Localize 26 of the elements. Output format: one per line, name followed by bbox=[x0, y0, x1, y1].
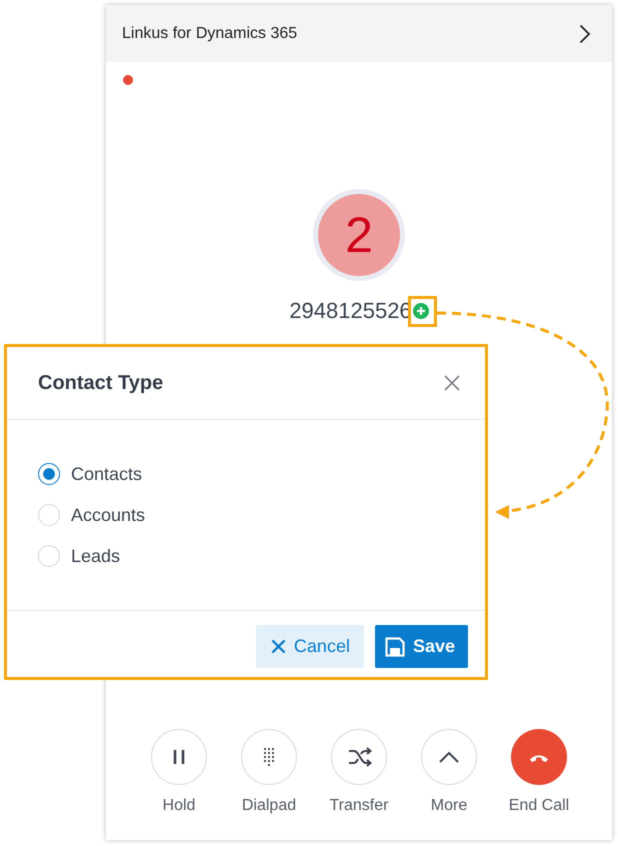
highlight-frame bbox=[408, 296, 437, 327]
caller-avatar: 2 bbox=[313, 189, 405, 281]
recording-dot-icon bbox=[123, 75, 133, 85]
chevron-right-icon[interactable] bbox=[579, 24, 591, 44]
more-button[interactable]: More bbox=[404, 729, 494, 816]
hold-button[interactable]: Hold bbox=[134, 729, 224, 816]
panel-title: Linkus for Dynamics 365 bbox=[122, 24, 298, 42]
radio-button[interactable] bbox=[38, 463, 60, 485]
option-label: Contacts bbox=[71, 464, 142, 484]
chevron-up-icon bbox=[421, 729, 477, 785]
dialog-title: Contact Type bbox=[38, 372, 164, 394]
plus-circle-icon[interactable] bbox=[412, 303, 429, 319]
end-call-button[interactable]: End Call bbox=[494, 729, 584, 816]
hang-up-icon bbox=[511, 729, 567, 785]
option-label: Leads bbox=[71, 546, 120, 566]
cancel-button[interactable]: Cancel bbox=[256, 625, 364, 668]
option-label: Accounts bbox=[71, 504, 146, 526]
transfer-button[interactable]: Transfer bbox=[314, 729, 404, 816]
close-icon[interactable] bbox=[444, 375, 460, 391]
dialpad-icon bbox=[241, 729, 297, 785]
phone-number: 2948125526 bbox=[289, 298, 412, 324]
dialpad-button[interactable]: Dialpad bbox=[224, 729, 314, 816]
save-button[interactable]: Save bbox=[374, 625, 468, 668]
shuffle-icon bbox=[331, 729, 387, 785]
close-icon bbox=[270, 639, 286, 654]
pause-icon bbox=[151, 729, 207, 785]
